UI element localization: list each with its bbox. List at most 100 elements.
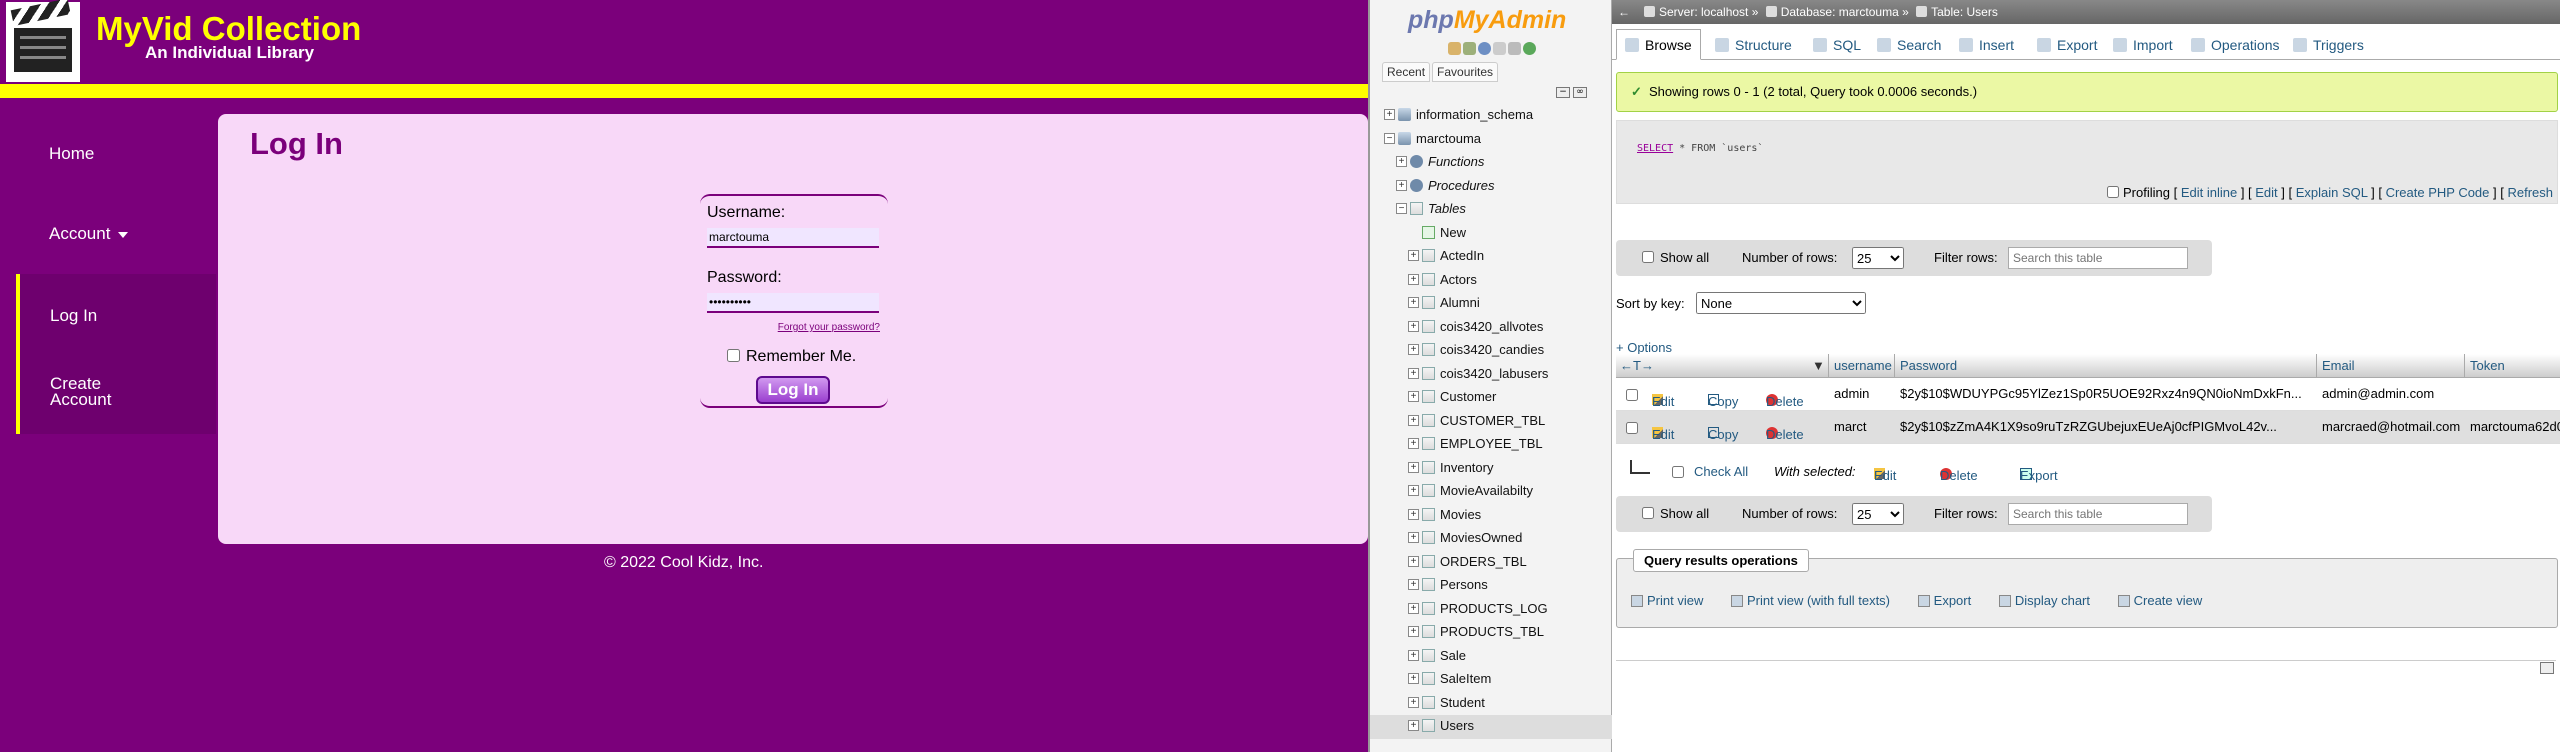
console-toggle-icon[interactable] xyxy=(2540,662,2554,674)
filter-rows-input-bottom[interactable] xyxy=(2008,503,2188,525)
remember-me[interactable]: Remember Me. xyxy=(727,348,856,366)
nav-account-dropdown[interactable]: Account xyxy=(49,224,129,244)
remember-me-checkbox[interactable] xyxy=(727,349,740,362)
expand-icon[interactable]: + xyxy=(1408,320,1419,332)
tree-item[interactable]: + Customer xyxy=(1370,386,1612,410)
expand-icon[interactable]: + xyxy=(1408,579,1419,590)
expand-icon[interactable]: + xyxy=(1408,461,1419,473)
expand-icon[interactable]: + xyxy=(1396,156,1407,167)
cell-password[interactable]: $2y$10$WDUYPGc95YlZez1Sp0R5UOE92Rxz4n9QN… xyxy=(1900,386,2310,401)
create-php-code-link[interactable]: Create PHP Code xyxy=(2386,185,2490,200)
reload-icon[interactable] xyxy=(1523,41,1536,55)
tree-item[interactable]: + ORDERS_TBL xyxy=(1370,551,1612,575)
print-view-link[interactable]: Print view xyxy=(1631,593,1715,608)
create-view-link[interactable]: Create view xyxy=(2117,593,2215,608)
breadcrumb-database[interactable]: Database: marctouma xyxy=(1781,5,1899,19)
column-header-password[interactable]: Password xyxy=(1900,358,1957,373)
check-all-checkbox[interactable] xyxy=(1672,466,1684,478)
tree-item[interactable]: + Actors xyxy=(1370,269,1612,293)
cell-username[interactable]: marct xyxy=(1834,419,1867,434)
expand-icon[interactable]: + xyxy=(1408,626,1419,637)
breadcrumb-back-icon[interactable]: ← xyxy=(1614,0,1634,24)
tree-item[interactable]: + PRODUCTS_TBL xyxy=(1370,621,1612,645)
tree-item[interactable]: + Sale xyxy=(1370,645,1612,669)
tab-recent[interactable]: Recent xyxy=(1382,62,1431,82)
tree-item[interactable]: + ActedIn xyxy=(1370,245,1612,269)
tree-item[interactable]: + cois3420_allvotes xyxy=(1370,316,1612,340)
tab-sql[interactable]: SQL xyxy=(1804,29,1870,60)
tab-structure[interactable]: Structure xyxy=(1706,29,1801,60)
logout-icon[interactable] xyxy=(1463,41,1476,55)
tree-item[interactable]: − marctouma xyxy=(1370,128,1612,152)
tree-item[interactable]: + EMPLOYEE_TBL xyxy=(1370,433,1612,457)
tab-search[interactable]: Search xyxy=(1868,29,1950,60)
nav-home-link[interactable]: Home xyxy=(49,144,94,164)
show-all-checkbox[interactable] xyxy=(1642,251,1654,263)
tree-item[interactable]: + CUSTOMER_TBL xyxy=(1370,410,1612,434)
tree-item[interactable]: + Procedures xyxy=(1370,175,1612,199)
show-all-checkbox-bottom[interactable] xyxy=(1642,507,1654,519)
tab-export[interactable]: Export xyxy=(2028,29,2106,60)
row-checkbox[interactable] xyxy=(1626,422,1638,434)
cell-username[interactable]: admin xyxy=(1834,386,1869,401)
password-input[interactable] xyxy=(707,293,879,313)
tree-item[interactable]: + Functions xyxy=(1370,151,1612,175)
explain-sql-link[interactable]: Explain SQL xyxy=(2296,185,2368,200)
tab-operations[interactable]: Operations xyxy=(2182,29,2288,60)
expand-icon[interactable]: + xyxy=(1408,414,1419,426)
expand-icon[interactable]: + xyxy=(1408,673,1419,684)
expand-icon[interactable]: + xyxy=(1408,273,1419,285)
tab-triggers[interactable]: Triggers xyxy=(2284,29,2373,60)
column-header-email[interactable]: Email xyxy=(2322,358,2355,373)
tree-item[interactable]: New xyxy=(1370,222,1612,246)
column-header-username[interactable]: username xyxy=(1834,358,1892,373)
tab-insert[interactable]: Insert xyxy=(1950,29,2023,60)
cell-token[interactable]: marctouma62d0 xyxy=(2470,419,2560,434)
expand-icon[interactable]: + xyxy=(1384,109,1395,120)
tree-item[interactable]: + SaleItem xyxy=(1370,668,1612,692)
sort-by-select[interactable]: None xyxy=(1696,292,1866,314)
expand-icon[interactable]: + xyxy=(1408,532,1419,543)
tree-item[interactable]: + MovieAvailabilty xyxy=(1370,480,1612,504)
display-chart-link[interactable]: Display chart xyxy=(1998,593,2102,608)
docs-icon[interactable] xyxy=(1493,41,1506,55)
collapse-all-icon[interactable]: − xyxy=(1556,87,1570,98)
options-toggle[interactable]: + Options xyxy=(1616,340,1672,355)
export-link[interactable]: Export xyxy=(1917,593,1984,608)
nav-create-account-link[interactable]: Create Account xyxy=(50,375,120,408)
tree-item[interactable]: + Movies xyxy=(1370,504,1612,528)
tree-item[interactable]: + PRODUCTS_LOG xyxy=(1370,598,1612,622)
breadcrumb-table[interactable]: Table: Users xyxy=(1931,5,1998,19)
expand-icon[interactable]: + xyxy=(1408,696,1419,708)
sort-menu-icon[interactable]: ▼ xyxy=(1812,358,1825,373)
tree-item[interactable]: − Tables xyxy=(1370,198,1612,222)
expand-icon[interactable]: + xyxy=(1408,602,1419,614)
expand-icon[interactable]: + xyxy=(1396,179,1407,191)
expand-icon[interactable]: + xyxy=(1408,649,1419,661)
tree-item[interactable]: + Inventory xyxy=(1370,457,1612,481)
check-all-label[interactable]: Check All xyxy=(1694,464,1748,479)
num-rows-select-bottom[interactable]: 25 xyxy=(1852,503,1904,525)
breadcrumb-server[interactable]: Server: localhost xyxy=(1659,5,1748,19)
edit-query-link[interactable]: Edit xyxy=(2255,185,2277,200)
login-button[interactable]: Log In xyxy=(756,376,830,404)
settings-icon[interactable] xyxy=(1508,41,1521,55)
profiling-checkbox[interactable] xyxy=(2107,186,2120,198)
column-header-token[interactable]: Token xyxy=(2470,358,2505,373)
cell-email[interactable]: admin@admin.com xyxy=(2322,386,2434,401)
expand-icon[interactable]: + xyxy=(1408,555,1419,567)
refresh-link[interactable]: Refresh xyxy=(2507,185,2553,200)
collapse-icon[interactable]: − xyxy=(1396,203,1407,214)
cell-email[interactable]: marcraed@hotmail.com xyxy=(2322,419,2460,434)
tab-browse[interactable]: Browse xyxy=(1616,29,1701,60)
help-icon[interactable] xyxy=(1478,41,1491,55)
home-icon[interactable] xyxy=(1448,41,1461,55)
tree-item[interactable]: + Alumni xyxy=(1370,292,1612,316)
print-view-full-link[interactable]: Print view (with full texts) xyxy=(1730,593,1902,608)
tab-import[interactable]: Import xyxy=(2104,29,2182,60)
expand-icon[interactable]: + xyxy=(1408,367,1419,379)
column-resize-arrows-icon[interactable]: ←T→ xyxy=(1620,358,1654,373)
forgot-password-link[interactable]: Forgot your password? xyxy=(778,322,880,333)
tree-item[interactable]: + Student xyxy=(1370,692,1612,716)
tree-item[interactable]: + information_schema xyxy=(1370,104,1612,128)
